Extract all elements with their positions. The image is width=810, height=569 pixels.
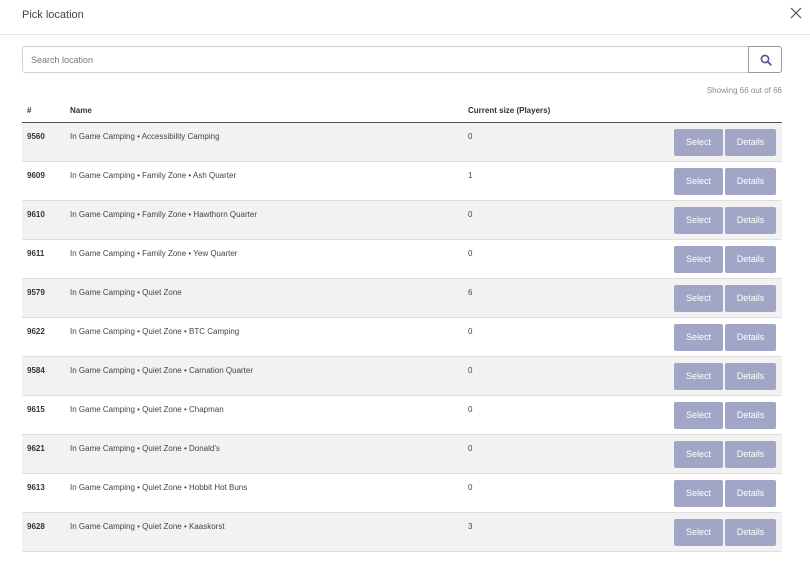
table-row: 9560 In Game Camping • Accessibility Camp… bbox=[22, 123, 782, 162]
details-button[interactable]: Details bbox=[725, 207, 776, 234]
location-name: In Game Camping • Quiet Zone • BTC Campi… bbox=[70, 327, 240, 336]
table-row: 9584 In Game Camping • Quiet Zone • Carna… bbox=[22, 357, 782, 396]
table-row: 9621 In Game Camping • Quiet Zone • Donal… bbox=[22, 435, 782, 474]
select-button[interactable]: Select bbox=[674, 480, 723, 507]
table-row: 9615 In Game Camping • Quiet Zone • Chapm… bbox=[22, 396, 782, 435]
select-button[interactable]: Select bbox=[674, 246, 723, 273]
table-row: 9579 In Game Camping • Quiet Zone 6 Select D… bbox=[22, 279, 782, 318]
details-button[interactable]: Details bbox=[725, 519, 776, 546]
table-row: 9613 In Game Camping • Quiet Zone • Hobbi… bbox=[22, 474, 782, 513]
search-button[interactable] bbox=[748, 46, 782, 73]
details-button[interactable]: Details bbox=[725, 246, 776, 273]
location-id: 9579 bbox=[27, 288, 45, 297]
details-button[interactable]: Details bbox=[725, 285, 776, 312]
select-button[interactable]: Select bbox=[674, 129, 723, 156]
select-button[interactable]: Select bbox=[674, 441, 723, 468]
search-input[interactable] bbox=[22, 46, 749, 73]
location-name: In Game Camping • Quiet Zone • Kaaskorst bbox=[70, 522, 225, 531]
table-header: # Name Current size (Players) bbox=[22, 100, 782, 123]
table-row: 9611 In Game Camping • Family Zone • Yew … bbox=[22, 240, 782, 279]
select-button[interactable]: Select bbox=[674, 402, 723, 429]
table-row: 9622 In Game Camping • Quiet Zone • BTC C… bbox=[22, 318, 782, 357]
location-name: In Game Camping • Quiet Zone bbox=[70, 288, 182, 297]
search-bar bbox=[22, 46, 782, 73]
details-button[interactable]: Details bbox=[725, 324, 776, 351]
location-name: In Game Camping • Quiet Zone • Donald's bbox=[70, 444, 220, 453]
details-button[interactable]: Details bbox=[725, 129, 776, 156]
details-button[interactable]: Details bbox=[725, 168, 776, 195]
select-button[interactable]: Select bbox=[674, 285, 723, 312]
location-id: 9584 bbox=[27, 366, 45, 375]
location-size: 6 bbox=[468, 288, 473, 297]
location-size: 0 bbox=[468, 405, 473, 414]
select-button[interactable]: Select bbox=[674, 519, 723, 546]
location-id: 9609 bbox=[27, 171, 45, 180]
location-name: In Game Camping • Family Zone • Hawthorn… bbox=[70, 210, 258, 219]
location-size: 1 bbox=[468, 171, 473, 180]
location-id: 9615 bbox=[27, 405, 45, 414]
select-button[interactable]: Select bbox=[674, 363, 723, 390]
location-size: 0 bbox=[468, 132, 473, 141]
modal-header: Pick location bbox=[0, 0, 810, 35]
details-button[interactable]: Details bbox=[725, 441, 776, 468]
results-count: Showing 66 out of 66 bbox=[706, 86, 782, 95]
location-size: 0 bbox=[468, 366, 473, 375]
location-size: 0 bbox=[468, 249, 473, 258]
location-id: 9621 bbox=[27, 444, 45, 453]
details-button[interactable]: Details bbox=[725, 363, 776, 390]
location-size: 0 bbox=[468, 210, 473, 219]
details-button[interactable]: Details bbox=[725, 480, 776, 507]
close-icon[interactable] bbox=[788, 5, 804, 21]
column-header-size: Current size (Players) bbox=[468, 106, 551, 115]
location-name: In Game Camping • Quiet Zone • Carnation… bbox=[70, 366, 254, 375]
location-id: 9613 bbox=[27, 483, 45, 492]
search-icon bbox=[760, 54, 772, 66]
table-row: 9628 In Game Camping • Quiet Zone • Kaask… bbox=[22, 513, 782, 552]
column-header-id: # bbox=[27, 106, 32, 115]
location-name: In Game Camping • Quiet Zone • Chapman bbox=[70, 405, 224, 414]
location-size: 3 bbox=[468, 522, 473, 531]
location-id: 9611 bbox=[27, 249, 45, 258]
location-size: 0 bbox=[468, 444, 473, 453]
location-id: 9610 bbox=[27, 210, 45, 219]
location-size: 0 bbox=[468, 483, 473, 492]
table-row: 9610 In Game Camping • Family Zone • Hawt… bbox=[22, 201, 782, 240]
location-id: 9622 bbox=[27, 327, 45, 336]
location-name: In Game Camping • Family Zone • Yew Quar… bbox=[70, 249, 238, 258]
details-button[interactable]: Details bbox=[725, 402, 776, 429]
location-id: 9628 bbox=[27, 522, 45, 531]
select-button[interactable]: Select bbox=[674, 324, 723, 351]
location-size: 0 bbox=[468, 327, 473, 336]
modal-title: Pick location bbox=[22, 9, 84, 21]
location-name: In Game Camping • Quiet Zone • Hobbit Ho… bbox=[70, 483, 248, 492]
location-name: In Game Camping • Accessibility Camping bbox=[70, 132, 220, 141]
table-row: 9609 In Game Camping • Family Zone • Ash … bbox=[22, 162, 782, 201]
select-button[interactable]: Select bbox=[674, 168, 723, 195]
location-id: 9560 bbox=[27, 132, 45, 141]
select-button[interactable]: Select bbox=[674, 207, 723, 234]
table-body: 9560 In Game Camping • Accessibility Camp… bbox=[22, 123, 782, 552]
column-header-name: Name bbox=[70, 106, 92, 115]
location-name: In Game Camping • Family Zone • Ash Quar… bbox=[70, 171, 237, 180]
